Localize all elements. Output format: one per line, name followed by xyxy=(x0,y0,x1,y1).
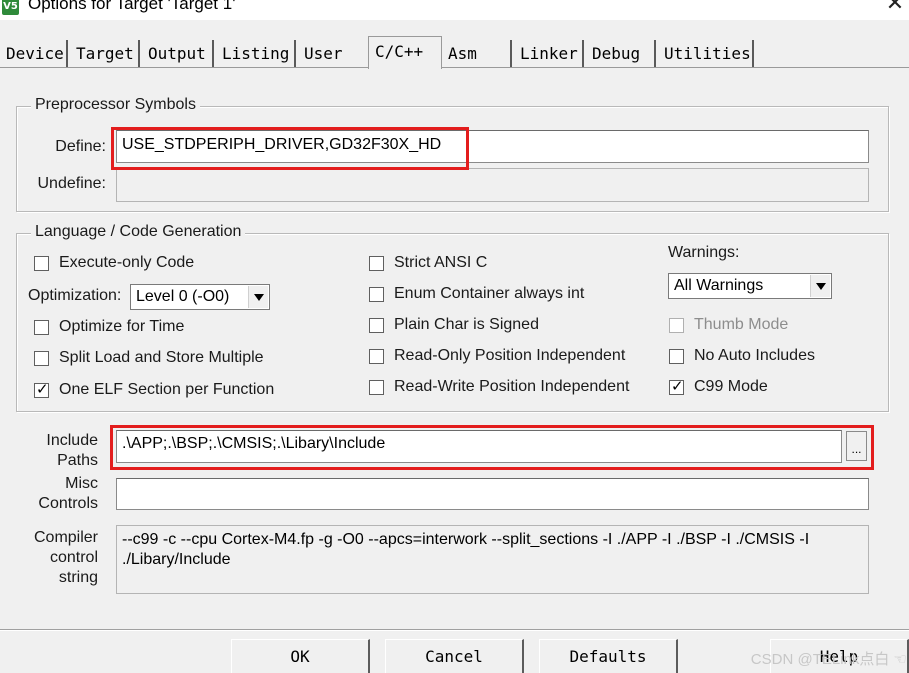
ok-button[interactable]: OK xyxy=(231,639,370,673)
tab-utilities[interactable]: Utilities xyxy=(658,40,754,67)
rw-position-independent-box[interactable] xyxy=(369,379,384,395)
no-auto-includes-checkbox[interactable]: No Auto Includes xyxy=(669,346,815,366)
execute-only-box[interactable] xyxy=(34,255,49,271)
warnings-value: All Warnings xyxy=(674,277,764,294)
rw-position-independent-label: Read-Write Position Independent xyxy=(394,378,630,395)
rw-position-independent-checkbox[interactable]: Read-Write Position Independent xyxy=(369,377,629,397)
misc-controls-input[interactable] xyxy=(116,478,869,510)
strict-ansi-checkbox[interactable]: Strict ANSI C xyxy=(369,253,487,273)
title-bar: V5 Options for Target 'Target 1' ✕ xyxy=(0,0,909,20)
one-elf-section-label: One ELF Section per Function xyxy=(59,381,275,398)
check-icon: ✓ xyxy=(36,379,49,398)
thumb-mode-checkbox[interactable]: Thumb Mode xyxy=(669,315,788,335)
close-icon[interactable]: ✕ xyxy=(883,0,907,16)
define-label: Define: xyxy=(55,138,106,155)
ro-position-independent-checkbox[interactable]: Read-Only Position Independent xyxy=(369,346,625,366)
optimize-for-time-checkbox[interactable]: Optimize for Time xyxy=(34,317,184,337)
compiler-label-line3: string xyxy=(58,569,98,586)
tab-linker[interactable]: Linker xyxy=(514,40,584,67)
undefine-label: Undefine: xyxy=(37,175,107,192)
misc-label-line1: Misc xyxy=(65,475,98,492)
compiler-label-line2: control xyxy=(49,549,98,566)
undefine-input[interactable] xyxy=(116,168,869,202)
tab-device[interactable]: Device xyxy=(0,40,68,67)
chevron-down-icon[interactable] xyxy=(248,286,268,308)
watermark: CSDN @TELink点白 ☜ xyxy=(750,651,907,668)
chevron-down-icon[interactable] xyxy=(810,275,830,297)
include-paths-label: Include Paths xyxy=(20,431,98,471)
optimization-label: Optimization: xyxy=(28,287,122,304)
misc-controls-label: Misc Controls xyxy=(20,474,98,514)
warnings-label: Warnings: xyxy=(668,244,740,261)
no-auto-includes-label: No Auto Includes xyxy=(694,347,815,364)
optimize-for-time-label: Optimize for Time xyxy=(59,318,185,335)
ro-position-independent-box[interactable] xyxy=(369,348,384,364)
browse-button[interactable]: ... xyxy=(846,431,867,461)
one-elf-section-checkbox[interactable]: ✓ One ELF Section per Function xyxy=(34,380,274,400)
tab-listing[interactable]: Listing xyxy=(216,40,296,67)
tab-user[interactable]: User xyxy=(298,40,368,67)
include-label-line1: Include xyxy=(46,432,98,449)
split-load-store-box[interactable] xyxy=(34,350,49,366)
define-input[interactable]: USE_STDPERIPH_DRIVER,GD32F30X_HD xyxy=(116,130,869,163)
cancel-button[interactable]: Cancel xyxy=(385,639,524,673)
compiler-control-string: --c99 -c --cpu Cortex-M4.fp -g -O0 --apc… xyxy=(116,525,869,594)
tab-output[interactable]: Output xyxy=(142,40,214,67)
tab-debug[interactable]: Debug xyxy=(586,40,656,67)
tab-c-cpp[interactable]: C/C++ xyxy=(368,36,442,69)
tab-asm[interactable]: Asm xyxy=(442,40,512,67)
execute-only-label: Execute-only Code xyxy=(59,254,195,271)
language-legend: Language / Code Generation xyxy=(31,223,246,241)
split-load-store-checkbox[interactable]: Split Load and Store Multiple xyxy=(34,348,264,368)
include-paths-input[interactable]: .\APP;.\BSP;.\CMSIS;.\Libary\Include xyxy=(116,430,842,463)
plain-char-signed-label: Plain Char is Signed xyxy=(394,316,539,333)
split-load-store-label: Split Load and Store Multiple xyxy=(59,349,264,366)
one-elf-section-box[interactable]: ✓ xyxy=(34,379,49,398)
strict-ansi-label: Strict ANSI C xyxy=(394,254,488,271)
thumb-mode-box[interactable] xyxy=(669,317,684,333)
no-auto-includes-box[interactable] xyxy=(669,348,684,364)
optimization-value: Level 0 (-O0) xyxy=(136,288,230,305)
warnings-select[interactable]: All Warnings xyxy=(668,273,832,299)
bottom-separator xyxy=(0,629,909,631)
thumb-mode-label: Thumb Mode xyxy=(694,316,789,333)
optimize-for-time-box[interactable] xyxy=(34,319,49,335)
c99-mode-box[interactable]: ✓ xyxy=(669,376,684,395)
uvision-icon: V5 xyxy=(2,0,19,15)
window-title: Options for Target 'Target 1' xyxy=(28,0,236,13)
compiler-label-line1: Compiler xyxy=(33,529,98,546)
enum-container-box[interactable] xyxy=(369,286,384,302)
tab-strip: Device Target Output Listing User C/C++ … xyxy=(0,36,909,69)
defaults-button[interactable]: Defaults xyxy=(539,639,678,673)
preprocessor-legend: Preprocessor Symbols xyxy=(31,96,200,114)
plain-char-signed-checkbox[interactable]: Plain Char is Signed xyxy=(369,315,539,335)
c99-mode-label: C99 Mode xyxy=(694,378,768,395)
tab-target[interactable]: Target xyxy=(70,40,140,67)
compiler-control-label: Compiler control string xyxy=(20,528,98,588)
check-icon: ✓ xyxy=(671,376,684,395)
enum-container-checkbox[interactable]: Enum Container always int xyxy=(369,284,584,304)
include-label-line2: Paths xyxy=(57,452,98,469)
misc-label-line2: Controls xyxy=(38,495,98,512)
strict-ansi-box[interactable] xyxy=(369,255,384,271)
ro-position-independent-label: Read-Only Position Independent xyxy=(394,347,626,364)
plain-char-signed-box[interactable] xyxy=(369,317,384,333)
enum-container-label: Enum Container always int xyxy=(394,285,585,302)
execute-only-checkbox[interactable]: Execute-only Code xyxy=(34,253,194,273)
c99-mode-checkbox[interactable]: ✓ C99 Mode xyxy=(669,377,768,397)
optimization-select[interactable]: Level 0 (-O0) xyxy=(130,284,270,310)
